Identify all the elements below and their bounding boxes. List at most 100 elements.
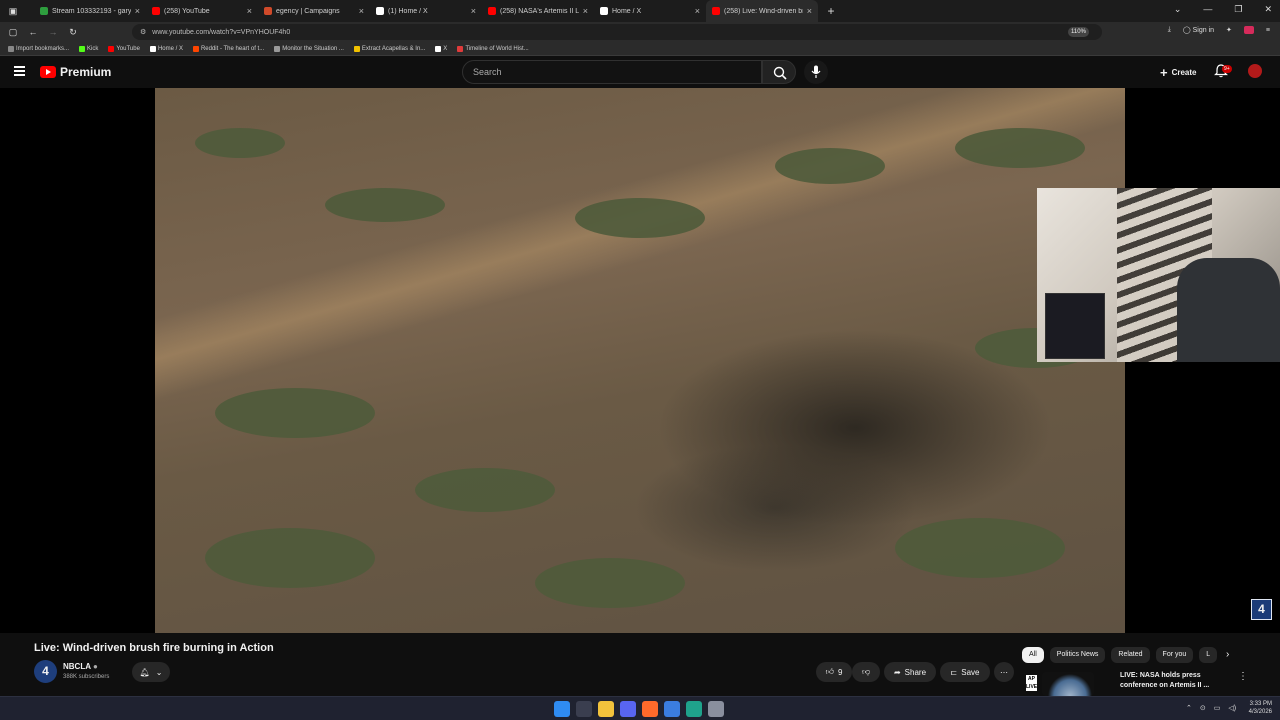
hamburger-menu-icon[interactable] bbox=[14, 66, 25, 76]
address-bar[interactable]: ⚙ www.youtube.com/watch?v=VPnYHOUF4h0 bbox=[132, 24, 1102, 40]
more-actions-button[interactable]: ⋯ bbox=[994, 662, 1014, 682]
browser-tab[interactable]: egency | Campaigns × bbox=[258, 0, 370, 22]
start-icon[interactable] bbox=[554, 701, 570, 717]
bookmark-item[interactable]: Import bookmarks... bbox=[8, 45, 69, 52]
volume-icon[interactable]: ◁) bbox=[1228, 704, 1236, 712]
brush-patch bbox=[535, 558, 685, 608]
discord-icon[interactable] bbox=[620, 701, 636, 717]
filter-chips: All Politics News Related For you L bbox=[1022, 647, 1218, 663]
bookmark-item[interactable]: Home / X bbox=[149, 45, 183, 52]
dislike-button[interactable]: 👎︎ bbox=[852, 662, 880, 682]
webcam-overlay bbox=[1037, 188, 1280, 362]
firefox-icon[interactable] bbox=[642, 701, 658, 717]
chrome-icon[interactable] bbox=[664, 701, 680, 717]
bookmark-label: YouTube bbox=[116, 45, 140, 52]
edge-icon[interactable] bbox=[686, 701, 702, 717]
chevron-down-icon[interactable]: ⌄ bbox=[1174, 4, 1182, 15]
close-tab-icon[interactable]: × bbox=[135, 6, 140, 16]
bookmark-item[interactable]: X bbox=[435, 45, 447, 52]
bell-icon: 🔔︎ bbox=[139, 667, 150, 677]
bookmark-item[interactable]: Reddit - The heart of t... bbox=[192, 45, 265, 52]
bookmark-item[interactable]: Timeline of World Hist... bbox=[457, 45, 529, 52]
nbc4-watermark: 4 bbox=[1251, 599, 1272, 620]
youtube-premium-logo[interactable]: Premium bbox=[40, 65, 111, 79]
download-icon[interactable]: ⤓ bbox=[1168, 26, 1171, 34]
minimize-button[interactable]: — bbox=[1203, 4, 1212, 15]
chevron-up-icon[interactable]: ⌃ bbox=[1186, 704, 1192, 712]
microphone-icon bbox=[811, 65, 821, 78]
site-info-icon[interactable]: ⚙ bbox=[140, 28, 146, 36]
bookmark-item[interactable]: Kick bbox=[79, 45, 99, 52]
bookmark-item[interactable]: Extract Acapellas & In... bbox=[353, 45, 425, 52]
close-tab-icon[interactable]: × bbox=[695, 6, 700, 16]
recommendation-title[interactable]: LIVE: NASA holds press conference on Art… bbox=[1120, 671, 1230, 691]
filter-chip[interactable]: L bbox=[1199, 647, 1218, 663]
network-icon[interactable]: ▭ bbox=[1214, 704, 1221, 712]
subscription-bell-button[interactable]: 🔔︎ ⌄ bbox=[132, 662, 170, 682]
save-button[interactable]: ⊏ Save bbox=[940, 662, 990, 682]
ap-live-badge: AP LIVE bbox=[1026, 675, 1038, 691]
like-button[interactable]: 👍︎ 9 bbox=[816, 662, 852, 682]
forward-button[interactable]: → bbox=[46, 27, 60, 37]
sidebar-toggle-icon[interactable]: ▢ bbox=[6, 27, 20, 38]
close-tab-icon[interactable]: × bbox=[359, 6, 364, 16]
search-button[interactable] bbox=[762, 60, 796, 84]
tab-favicon-icon bbox=[264, 7, 272, 15]
settings-icon[interactable] bbox=[708, 701, 724, 717]
thumbs-up-icon: 👍︎ bbox=[825, 667, 834, 676]
reload-button[interactable]: ↻ bbox=[66, 27, 80, 38]
bookmark-label: Reddit - The heart of t... bbox=[200, 45, 265, 52]
tab-actions-icon[interactable]: ▣ bbox=[6, 6, 20, 17]
menu-icon[interactable]: ≡ bbox=[1266, 27, 1270, 34]
close-tab-icon[interactable]: × bbox=[247, 6, 252, 16]
channel-name[interactable]: NBCLA ● bbox=[63, 662, 98, 671]
extension-badge-icon[interactable] bbox=[1243, 26, 1254, 34]
bookmark-item[interactable]: YouTube bbox=[108, 45, 140, 52]
browser-tab[interactable]: (258) YouTube × bbox=[146, 0, 258, 22]
search-input[interactable]: Search bbox=[462, 60, 762, 84]
restore-button[interactable]: ❐ bbox=[1234, 4, 1242, 15]
close-tab-icon[interactable]: × bbox=[471, 6, 476, 16]
channel-avatar[interactable]: 4 bbox=[34, 660, 57, 683]
close-tab-icon[interactable]: × bbox=[583, 6, 588, 16]
browser-tab[interactable]: (1) Home / X × bbox=[370, 0, 482, 22]
share-icon: ➦ bbox=[893, 667, 901, 677]
extensions-icon[interactable]: ✦ bbox=[1226, 26, 1232, 34]
share-button[interactable]: ➦ Share bbox=[884, 662, 936, 682]
close-tab-icon[interactable]: × bbox=[807, 6, 812, 16]
zoom-indicator[interactable]: 110% bbox=[1068, 27, 1089, 37]
bookmark-favicon-icon bbox=[435, 45, 442, 52]
recommendation-thumbnail[interactable] bbox=[1042, 672, 1094, 696]
verified-icon: ● bbox=[92, 662, 98, 671]
clock[interactable]: 3:33 PM 4/3/2026 bbox=[1249, 700, 1272, 716]
brush-patch bbox=[215, 388, 375, 438]
account-avatar[interactable] bbox=[1248, 64, 1262, 78]
bookmark-item[interactable]: Monitor the Situation ... bbox=[274, 45, 344, 52]
new-tab-button[interactable]: + bbox=[824, 4, 838, 18]
back-button[interactable]: ← bbox=[26, 27, 40, 37]
search-icon[interactable] bbox=[576, 701, 592, 717]
browser-tab[interactable]: Stream 103332193 - garydavid × bbox=[34, 0, 146, 22]
chevron-right-icon[interactable]: › bbox=[1226, 649, 1229, 660]
profile-sign-in[interactable]: ◯ Sign in bbox=[1183, 26, 1214, 34]
mini-fridge-graphic bbox=[1045, 293, 1105, 359]
video-player[interactable]: 4 bbox=[0, 88, 1280, 633]
bookmark-label: Kick bbox=[87, 45, 99, 52]
browser-tab[interactable]: (258) NASA's Artemis II Live Mi × bbox=[482, 0, 594, 22]
more-icon: ⋯ bbox=[1000, 667, 1008, 677]
filter-chip[interactable]: All bbox=[1022, 647, 1044, 663]
search-placeholder: Search bbox=[473, 67, 502, 77]
filter-chip[interactable]: Politics News bbox=[1049, 647, 1106, 663]
file-explorer-icon[interactable] bbox=[598, 701, 614, 717]
video-frame-aerial-hillside[interactable] bbox=[155, 88, 1125, 633]
voice-search-button[interactable] bbox=[804, 60, 828, 84]
filter-chip[interactable]: For you bbox=[1155, 647, 1194, 663]
close-window-button[interactable]: ✕ bbox=[1264, 4, 1272, 15]
recommendation-more-icon[interactable]: ⋮ bbox=[1238, 671, 1248, 682]
bookmark-favicon-icon bbox=[8, 45, 14, 52]
pin-icon[interactable]: ⊙ bbox=[1200, 704, 1206, 712]
browser-tab[interactable]: Home / X × bbox=[594, 0, 706, 22]
browser-tab[interactable]: (258) Live: Wind-driven bru × bbox=[706, 0, 818, 22]
create-button[interactable]: + Create bbox=[1152, 61, 1205, 83]
filter-chip[interactable]: Related bbox=[1111, 647, 1150, 663]
